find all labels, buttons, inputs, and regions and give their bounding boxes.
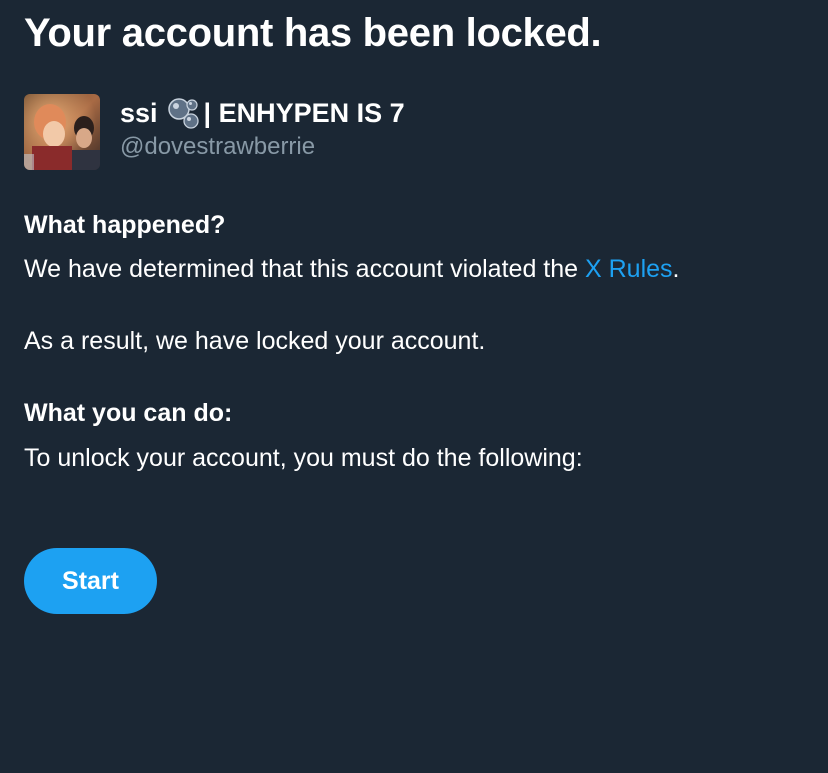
lock-result-text: As a result, we have locked your account… (24, 327, 486, 355)
bubbles-icon (166, 96, 202, 130)
what-happened-heading: What happened? (24, 211, 226, 239)
avatar-image (24, 94, 100, 170)
user-handle: @dovestrawberrie (120, 133, 316, 160)
display-name-prefix: ssi (120, 98, 158, 128)
account-profile: ssi | ENHYPEN IS 7 @dovestrawberrie (24, 94, 405, 170)
display-name: ssi | ENHYPEN IS 7 (120, 96, 405, 130)
violation-text-end: . (672, 255, 680, 283)
avatar (24, 94, 100, 170)
display-name-suffix: | ENHYPEN IS 7 (203, 98, 405, 128)
x-rules-link[interactable]: X Rules (585, 255, 673, 283)
violation-explanation: We have determined that this account vio… (24, 254, 680, 284)
violation-text: We have determined that this account vio… (24, 255, 585, 283)
start-button[interactable]: Start (24, 548, 157, 614)
page-title: Your account has been locked. (24, 11, 602, 55)
what-you-can-do-heading: What you can do: (24, 399, 233, 427)
unlock-instructions: To unlock your account, you must do the … (24, 444, 583, 472)
